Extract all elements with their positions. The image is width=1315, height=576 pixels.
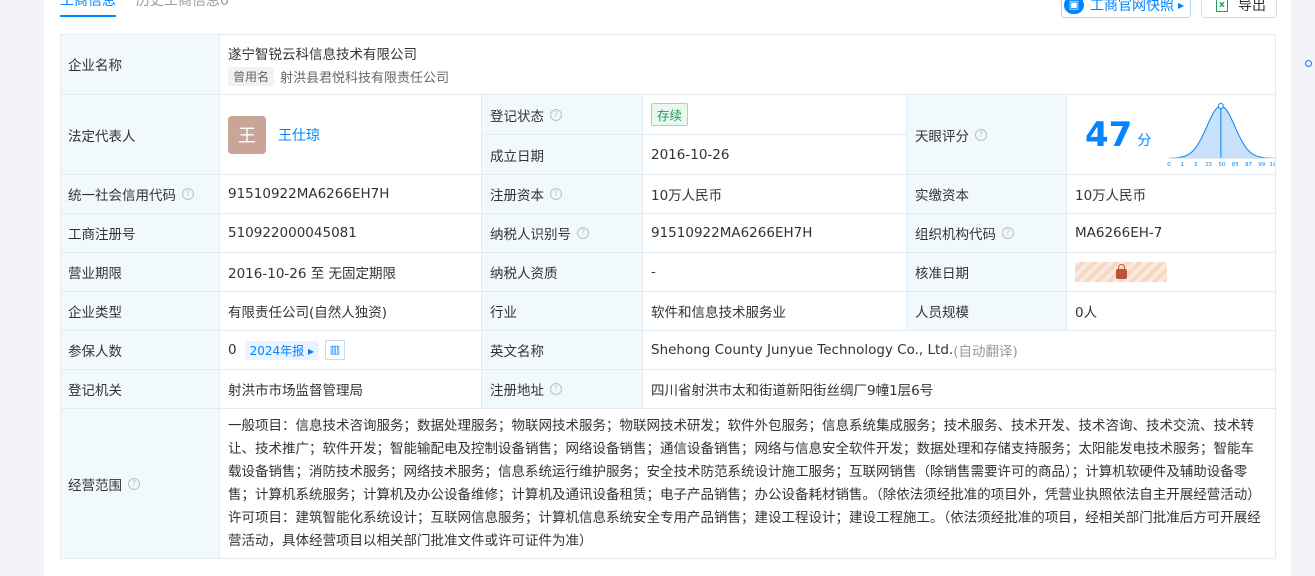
staff-size: 0人	[1067, 292, 1276, 331]
annual-report-tag[interactable]: 2024年报 ▸	[244, 340, 319, 360]
legal-rep-link[interactable]: 王仕琼	[278, 125, 320, 145]
reg-status-cell: 存续	[643, 95, 907, 135]
label-english-name: 英文名称	[482, 331, 643, 370]
export-button-label: 导出	[1238, 0, 1266, 14]
question-circle-icon[interactable]: ?	[975, 128, 987, 141]
used-name-row: 曾用名 射洪县君悦科技有限责任公司	[228, 66, 450, 86]
label-org-code: 组织机构代码?	[907, 214, 1067, 253]
x-tick-label: 50	[1219, 162, 1226, 168]
x-tick-label: 15	[1206, 162, 1213, 168]
label-biz-scope: 经营范围?	[60, 409, 220, 559]
biz-scope-text: 一般项目：信息技术咨询服务；数据处理服务；物联网技术服务；物联网技术研发；软件外…	[228, 417, 1261, 549]
biz-term: 2016-10-26 至 无固定期限	[220, 253, 482, 292]
status-badge: 存续	[651, 103, 689, 126]
excel-icon: x	[1216, 0, 1228, 12]
scroll-indicator[interactable]	[1305, 60, 1312, 67]
reg-address: 四川省射洪市太和街道新阳街丝绸厂9幢1层6号	[643, 370, 1276, 409]
snapshot-icon: ▣	[1064, 0, 1084, 14]
english-name-cell: Shehong County Junyue Technology Co., Lt…	[643, 331, 1276, 370]
official-snapshot-button[interactable]: ▣ 工商官网快照 ▶	[1061, 0, 1191, 18]
avatar[interactable]: 王	[228, 115, 266, 154]
distribution-area	[1169, 105, 1275, 158]
tianyan-score-cell[interactable]: 47 分 0 1 3 15 50 85 97 99 100	[1067, 95, 1276, 175]
question-circle-icon[interactable]: ?	[1002, 227, 1014, 239]
insured-cell: 0 2024年报 ▸ ▥	[220, 331, 482, 370]
x-tick-label: 85	[1232, 162, 1239, 168]
label-reg-address: 注册地址?	[482, 370, 643, 409]
question-circle-icon[interactable]: ?	[550, 188, 562, 200]
label-industry: 行业	[482, 292, 643, 331]
question-circle-icon[interactable]: ?	[128, 477, 140, 490]
x-tick-label: 100	[1270, 162, 1275, 168]
x-tick-label: 3	[1194, 162, 1198, 168]
x-tick-label: 1	[1181, 162, 1185, 168]
label-taxpayer-id: 纳税人识别号?	[482, 214, 643, 253]
caret-right-icon: ▶	[1178, 0, 1185, 10]
founded-date: 2016-10-26	[643, 135, 907, 175]
biz-scope-cell: 一般项目：信息技术咨询服务；数据处理服务；物联网技术服务；物联网技术研发；软件外…	[220, 409, 1276, 559]
industry: 软件和信息技术服务业	[643, 292, 907, 331]
label-reg-capital: 注册资本?	[482, 175, 643, 214]
used-name-tag: 曾用名	[228, 66, 275, 86]
company-name: 遂宁智锐云科信息技术有限公司	[228, 46, 417, 63]
locked-content[interactable]	[1075, 262, 1167, 282]
question-circle-icon[interactable]: ?	[550, 383, 562, 395]
label-insured: 参保人数	[60, 331, 220, 370]
snapshot-button-label: 工商官网快照	[1090, 0, 1174, 14]
legal-rep-cell: 王 王仕琼	[220, 95, 482, 175]
insured-count: 0	[228, 342, 237, 358]
label-biz-reg-no: 工商注册号	[60, 214, 220, 253]
label-biz-term: 营业期限	[60, 253, 220, 292]
score-marker-point	[1218, 102, 1225, 109]
english-name: Shehong County Junyue Technology Co., Lt…	[651, 342, 954, 358]
label-company-type: 企业类型	[60, 292, 220, 331]
label-founded: 成立日期	[482, 135, 643, 175]
label-credit-code: 统一社会信用代码?	[60, 175, 220, 214]
label-staff-size: 人员规模	[907, 292, 1067, 331]
org-code: MA6266EH-7	[1067, 214, 1276, 253]
label-company-name: 企业名称	[60, 34, 220, 95]
reg-authority: 射洪市市场监督管理局	[220, 370, 482, 409]
business-info-card: 工商信息 历史工商信息0 ▣ 工商官网快照 ▶ x 导出 企业名称 遂宁智锐云科…	[44, 0, 1291, 576]
label-tianyan-score: 天眼评分?	[907, 95, 1067, 175]
info-table: 企业名称 遂宁智锐云科信息技术有限公司 曾用名 射洪县君悦科技有限责任公司 法定…	[60, 34, 1276, 559]
label-approval-date: 核准日期	[907, 253, 1067, 292]
label-reg-status: 登记状态?	[482, 95, 643, 135]
bar-chart-icon[interactable]: ▥	[324, 340, 345, 360]
approval-date-cell	[1067, 253, 1276, 292]
label-taxpayer-qual: 纳税人资质	[482, 253, 643, 292]
credit-code: 91510922MA6266EH7H	[220, 175, 482, 214]
score-unit: 分	[1137, 132, 1152, 149]
label-paid-capital: 实缴资本	[907, 175, 1067, 214]
label-legal-rep: 法定代表人	[60, 95, 220, 175]
label-reg-authority: 登记机关	[60, 370, 220, 409]
company-type: 有限责任公司(自然人独资)	[220, 292, 482, 331]
taxpayer-qual: -	[643, 253, 907, 292]
paid-capital: 10万人民币	[1067, 175, 1276, 214]
tab-history-business-info[interactable]: 历史工商信息0	[136, 0, 229, 11]
question-circle-icon[interactable]: ?	[577, 227, 589, 239]
export-button[interactable]: x 导出	[1201, 0, 1277, 18]
taxpayer-id: 91510922MA6266EH7H	[643, 214, 907, 253]
x-tick-label: 97	[1245, 162, 1252, 168]
auto-translate-note: (自动翻译)	[953, 344, 1018, 360]
x-tick-label: 0	[1168, 162, 1172, 168]
tab-business-info[interactable]: 工商信息	[60, 0, 116, 17]
company-name-cell: 遂宁智锐云科信息技术有限公司 曾用名 射洪县君悦科技有限责任公司	[220, 34, 1276, 95]
score-distribution-chart: 0 1 3 15 50 85 97 99 100	[1168, 102, 1275, 168]
reg-capital: 10万人民币	[643, 175, 907, 214]
x-tick-label: 99	[1259, 162, 1266, 168]
score-value: 47	[1085, 114, 1133, 155]
question-circle-icon[interactable]: ?	[182, 188, 194, 200]
question-circle-icon[interactable]: ?	[550, 108, 562, 121]
biz-reg-no: 510922000045081	[220, 214, 482, 253]
lock-icon	[1115, 263, 1127, 279]
used-name: 射洪县君悦科技有限责任公司	[280, 70, 450, 86]
